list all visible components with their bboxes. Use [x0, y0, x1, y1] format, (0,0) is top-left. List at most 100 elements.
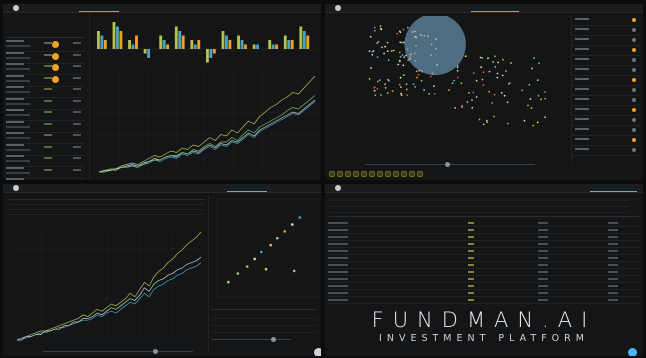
scatter-point[interactable]	[472, 91, 475, 94]
tab-3[interactable]	[465, 4, 524, 12]
scatter-point[interactable]	[527, 104, 529, 107]
fund-scatter-plot[interactable]	[329, 16, 565, 158]
tab-4[interactable]	[525, 4, 584, 12]
side-list-row[interactable]	[572, 26, 642, 36]
scatter-point[interactable]	[397, 63, 400, 66]
scatter-point[interactable]	[373, 89, 376, 92]
scatter-point[interactable]	[496, 76, 499, 79]
table-row[interactable]	[328, 227, 640, 234]
scatter-point[interactable]	[386, 50, 389, 53]
scatter-point[interactable]	[405, 83, 408, 86]
scatter-point[interactable]	[414, 86, 417, 88]
scatter-point[interactable]	[276, 236, 279, 240]
scatter-point[interactable]	[537, 94, 540, 97]
filter-chip[interactable]	[393, 171, 399, 177]
side-list-row[interactable]	[572, 116, 642, 126]
scatter-point[interactable]	[530, 107, 533, 109]
scatter-point[interactable]	[384, 87, 387, 89]
scatter-point[interactable]	[403, 41, 405, 44]
settings-icon[interactable]	[314, 348, 321, 356]
scatter-point[interactable]	[376, 80, 379, 83]
tab-5[interactable]	[584, 184, 643, 192]
scatter-point[interactable]	[380, 94, 382, 96]
scatter-point[interactable]	[461, 104, 464, 107]
side-list-row[interactable]	[572, 56, 642, 66]
table-row[interactable]	[328, 248, 640, 255]
table-row[interactable]	[328, 255, 640, 262]
scatter-point[interactable]	[406, 26, 409, 29]
scatter-point[interactable]	[420, 79, 423, 82]
filter-chip[interactable]	[409, 171, 415, 177]
side-list-row[interactable]	[572, 46, 642, 56]
scatter-point[interactable]	[368, 78, 371, 80]
scatter-point[interactable]	[399, 76, 402, 79]
side-list-row[interactable]	[572, 66, 642, 76]
side-list-row[interactable]	[572, 136, 642, 146]
table-row[interactable]	[328, 290, 640, 297]
filter-chip[interactable]	[417, 171, 423, 177]
side-list-row[interactable]	[572, 36, 642, 46]
scatter-point[interactable]	[415, 70, 418, 73]
scatter-point[interactable]	[398, 30, 401, 33]
scatter-point[interactable]	[370, 67, 372, 69]
scatter-point[interactable]	[417, 73, 420, 76]
scatter-point[interactable]	[377, 40, 380, 43]
scatter-slider[interactable]	[365, 162, 535, 167]
scatter-point[interactable]	[227, 280, 230, 284]
table-row[interactable]	[328, 241, 640, 248]
filter-chip[interactable]	[353, 171, 359, 177]
scatter-point[interactable]	[429, 75, 432, 78]
scatter-point[interactable]	[536, 121, 539, 124]
timeline-slider[interactable]	[43, 349, 193, 354]
scatter-point[interactable]	[494, 55, 496, 58]
filter-chip[interactable]	[345, 171, 351, 177]
scatter-point[interactable]	[396, 32, 399, 35]
scatter-point[interactable]	[506, 122, 509, 125]
scatter-point[interactable]	[387, 59, 390, 62]
scatter-point[interactable]	[399, 41, 402, 44]
scatter-point[interactable]	[460, 82, 463, 85]
scatter-point[interactable]	[401, 41, 403, 44]
scatter-point[interactable]	[384, 83, 386, 85]
scatter-point[interactable]	[378, 79, 381, 81]
scatter-point[interactable]	[487, 57, 489, 60]
tab-2[interactable]	[74, 4, 123, 12]
scatter-point[interactable]	[481, 78, 484, 81]
scatter-point[interactable]	[482, 84, 485, 87]
scatter-point[interactable]	[464, 55, 467, 58]
scatter-point[interactable]	[478, 118, 481, 121]
scatter-point[interactable]	[493, 115, 495, 118]
tab-1[interactable]	[25, 184, 74, 192]
scatter-point[interactable]	[536, 79, 539, 81]
filter-chip[interactable]	[369, 171, 375, 177]
tab-5[interactable]	[222, 4, 271, 12]
table-row[interactable]	[328, 220, 640, 227]
scatter-point[interactable]	[368, 50, 371, 53]
tab-5[interactable]	[584, 4, 643, 12]
scatter-point[interactable]	[506, 101, 509, 104]
scatter-point[interactable]	[503, 94, 506, 97]
scatter-point[interactable]	[376, 42, 378, 44]
scatter-point[interactable]	[406, 94, 409, 97]
filter-chip[interactable]	[401, 171, 407, 177]
scatter-point[interactable]	[402, 74, 405, 77]
scatter-point[interactable]	[390, 50, 393, 52]
scatter-point[interactable]	[433, 93, 436, 95]
scatter-point[interactable]	[471, 106, 474, 109]
scatter-point[interactable]	[488, 90, 491, 93]
scatter-point[interactable]	[454, 107, 456, 109]
scatter-point[interactable]	[379, 27, 382, 30]
side-list-row[interactable]	[572, 86, 642, 96]
scatter-point[interactable]	[456, 76, 459, 79]
scatter-point[interactable]	[496, 72, 499, 75]
filter-chip[interactable]	[361, 171, 367, 177]
scatter-point[interactable]	[383, 52, 385, 55]
scatter-point[interactable]	[486, 121, 489, 124]
tab-4[interactable]	[173, 4, 222, 12]
filter-chip[interactable]	[329, 171, 335, 177]
scatter-point[interactable]	[544, 97, 547, 100]
scatter-point[interactable]	[523, 119, 526, 122]
scatter-point[interactable]	[451, 82, 454, 85]
scatter-point[interactable]	[412, 83, 415, 85]
scatter-point[interactable]	[298, 216, 302, 219]
